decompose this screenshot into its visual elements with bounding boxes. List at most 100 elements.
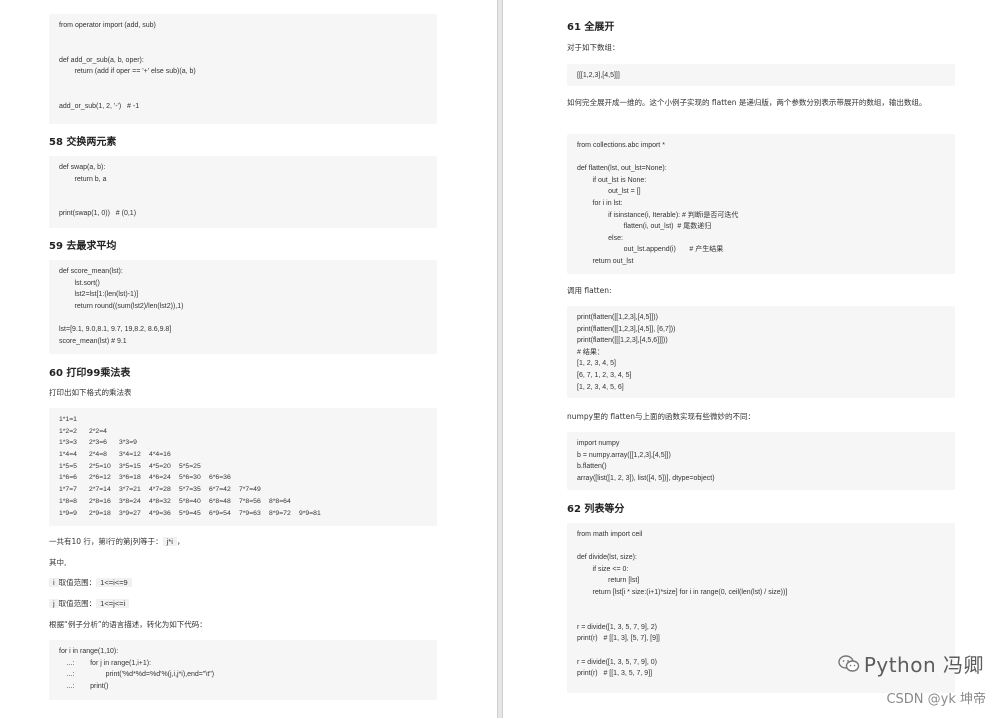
code-block-multiplication-loop: for i in range(1,10): ...: for j in rang…: [49, 640, 437, 700]
section-heading-62: 62 列表等分: [567, 504, 625, 515]
table-cell: 6*8=48: [209, 497, 231, 505]
multiplication-table: 1*1=1 1*2=2 2*2=4 1*3=3 2*3=6 3*3=9 1*4=4 2*4=8…: [49, 408, 437, 526]
table-cell: 1*5=5: [59, 462, 77, 470]
paragraph-where: 其中,: [49, 558, 67, 567]
code-line: lst.sort(): [59, 279, 100, 287]
code-line: out_lst = []: [577, 188, 641, 196]
table-cell: 2*6=12: [89, 474, 111, 482]
table-cell: 3*5=15: [119, 462, 141, 470]
code-line: def flatten(lst, out_lst=None):: [577, 165, 667, 173]
code-line: def divide(lst, size):: [577, 554, 637, 562]
left-page: from operator import (add, sub) def add_…: [0, 0, 497, 718]
table-row: 1*8=8 2*8=16 3*8=24 4*8=32 5*8=40 6*8=48 7*8=5…: [59, 496, 427, 508]
i-range-label: 取值范围：: [58, 578, 97, 587]
code-line: # 结果：: [577, 348, 604, 356]
table-cell: 1*3=3: [59, 439, 77, 447]
table-cell: 6*6=36: [209, 474, 231, 482]
code-line: out_lst.append(i) # 产生结果: [577, 246, 724, 254]
table-cell: 3*3=9: [119, 439, 137, 447]
table-cell: 3*9=27: [119, 509, 141, 517]
table-cell: 5*6=30: [179, 474, 201, 482]
table-cell: 9*9=81: [299, 509, 321, 517]
right-page: 61 全展开 对于如下数组： [[[1,2,3],[4,5]]] 如何完全展开成…: [503, 0, 1000, 718]
table-cell: 5*7=35: [179, 486, 201, 494]
code-line: else:: [577, 234, 623, 242]
code-block-flatten: from collections.abc import * def flatte…: [567, 134, 955, 274]
table-row: 1*9=9 2*9=18 3*9=27 4*9=36 5*9=45 6*9=54 7*9=6…: [59, 508, 427, 520]
code-block-flatten-calls: print(flatten([[1,2,3],[4,5]])) print(fl…: [567, 306, 955, 398]
table-cell: 7*8=56: [239, 497, 261, 505]
table-cell: 4*7=28: [149, 486, 171, 494]
paragraph-analysis: 根据“例子分析”的语言描述，转化为如下代码：: [49, 620, 207, 629]
csdn-credit: CSDN @yk 坤帝: [886, 692, 986, 707]
j-var: j: [49, 599, 59, 608]
table-cell: 4*8=32: [149, 497, 171, 505]
paragraph-row-rule: 一共有10 行，第i行的第j列等于： j*i，: [49, 535, 437, 548]
code-block-array: [[[1,2,3],[4,5]]]: [567, 64, 955, 86]
j-range-label: 取值范围：: [58, 599, 97, 608]
j-range-code: 1<=j<=i: [96, 599, 130, 608]
table-row: 1*5=5 2*5=10 3*5=15 4*5=20 5*5=25: [59, 461, 427, 473]
table-cell: 1*1=1: [59, 416, 77, 423]
code-line: return (add if oper == '+' else sub)(a, …: [59, 68, 196, 76]
table-cell: 3*4=12: [119, 451, 141, 459]
paragraph-i-range: i 取值范围： 1<=i<=9: [49, 576, 437, 589]
code-line: ...: print(): [59, 682, 109, 690]
wechat-watermark: Python 冯卿: [838, 649, 984, 678]
paragraph-flatten-desc: 如何完全展开成一维的。这个小例子实现的 flatten 是递归版，两个参数分别表…: [567, 98, 927, 107]
row-rule-prefix: 一共有10 行，第i行的第j列等于：: [49, 537, 163, 546]
table-row: 1*1=1: [59, 414, 427, 426]
code-line: array([list([1, 2, 3]), list([4, 5])], d…: [577, 474, 715, 482]
table-cell: 8*8=64: [269, 497, 291, 505]
table-cell: 1*7=7: [59, 486, 77, 494]
table-row: 1*2=2 2*2=4: [59, 426, 427, 438]
table-cell: 5*8=40: [179, 497, 201, 505]
i-var: i: [49, 578, 59, 587]
section-heading-59: 59 去最求平均: [49, 241, 117, 252]
code-line: [1, 2, 3, 4, 5]: [577, 360, 616, 368]
table-cell: 4*4=16: [149, 451, 171, 459]
code-line: return [lst]: [577, 577, 640, 585]
table-cell: 4*9=36: [149, 509, 171, 517]
code-line: from collections.abc import *: [577, 142, 665, 149]
table-cell: 2*9=18: [89, 509, 111, 517]
code-line: if size <= 0:: [577, 565, 629, 573]
code-line: from operator import (add, sub): [59, 22, 156, 29]
code-line: [6, 7, 1, 2, 3, 4, 5]: [577, 371, 632, 379]
code-line: print(flatten([[1,2,3],[4,5]], [6,7])): [577, 325, 676, 333]
table-cell: 7*9=63: [239, 509, 261, 517]
code-line: if isinstance(i, Iterable): # 判断i是否可迭代: [577, 211, 739, 219]
table-row: 1*6=6 2*6=12 3*6=18 4*6=24 5*6=30 6*6=36: [59, 472, 427, 484]
code-line: [[[1,2,3],[4,5]]]: [577, 72, 620, 79]
wechat-icon: [838, 654, 860, 672]
table-cell: 2*7=14: [89, 486, 111, 494]
code-line: return out_lst: [577, 257, 634, 265]
table-cell: 2*8=16: [89, 497, 111, 505]
table-row: 1*4=4 2*4=8 3*4=12 4*4=16: [59, 449, 427, 461]
table-cell: 7*7=49: [239, 486, 261, 494]
watermark-text: Python 冯卿: [863, 653, 984, 677]
table-cell: 8*9=72: [269, 509, 291, 517]
table-cell: 1*6=6: [59, 474, 77, 482]
paragraph-j-range: j 取值范围： 1<=j<=i: [49, 597, 437, 610]
code-line: lst2=lst[1:(len(lst)-1)]: [59, 291, 139, 299]
code-line: flatten(i, out_lst) # 尾数递归: [577, 223, 712, 231]
paragraph-numpy: numpy里的 flatten与上面的函数实现有些微妙的不同：: [567, 412, 755, 421]
table-cell: 1*8=8: [59, 497, 77, 505]
code-line: print(swap(1, 0)) # (0,1): [59, 210, 137, 218]
table-cell: 3*8=24: [119, 497, 141, 505]
section-heading-58: 58 交换两元素: [49, 137, 117, 148]
code-line: lst=[9.1, 9.0,8.1, 9.7, 19,8.2, 8.6,9.8]: [59, 325, 172, 333]
code-line: score_mean(lst) # 9.1: [59, 337, 127, 345]
table-cell: 3*6=18: [119, 474, 141, 482]
table-row: 1*7=7 2*7=14 3*7=21 4*7=28 5*7=35 6*7=42 7*7=4…: [59, 484, 427, 496]
code-line: add_or_sub(1, 2, '-') # -1: [59, 103, 140, 111]
code-block-add-or-sub: from operator import (add, sub) def add_…: [49, 14, 437, 124]
